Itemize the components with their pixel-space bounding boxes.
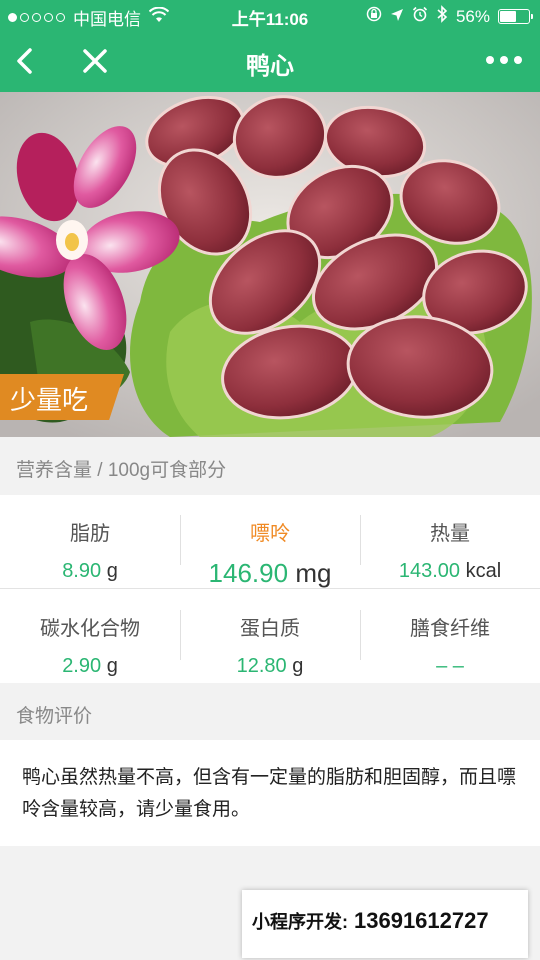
nutrition-row: 碳水化合物 2.90 g 蛋白质 12.80 g 膳食纤维 – – bbox=[0, 590, 540, 682]
nutrient-value: 2.90 bbox=[62, 655, 102, 677]
nutrient-value: 146.90 bbox=[208, 558, 289, 588]
close-button[interactable] bbox=[78, 44, 112, 78]
status-right: 56% bbox=[366, 5, 533, 28]
battery-percent: 56% bbox=[455, 6, 490, 26]
alarm-icon bbox=[412, 6, 428, 27]
nutrition-fiber: 膳食纤维 – – bbox=[360, 590, 540, 682]
more-dots-icon bbox=[486, 56, 494, 64]
battery-icon bbox=[498, 9, 533, 24]
food-image: 少量吃 bbox=[0, 92, 540, 437]
developer-contact-card: 小程序开发: 13691612727 bbox=[242, 890, 528, 958]
developer-label: 小程序开发: bbox=[252, 912, 348, 932]
nav-bar: 鸭心 bbox=[0, 30, 540, 92]
bluetooth-icon bbox=[436, 5, 448, 28]
nutrition-section-title: 营养含量 / 100g可食部分 bbox=[0, 437, 540, 495]
nutrient-value: 143.00 bbox=[398, 560, 461, 582]
nutrient-unit: g bbox=[292, 655, 304, 677]
nutrient-value: 8.90 bbox=[62, 560, 102, 582]
nutrient-value: 12.80 bbox=[236, 655, 287, 677]
nutrient-value: – – bbox=[436, 655, 464, 677]
evaluation-text: 鸭心虽然热量不高，但含有一定量的脂肪和胆固醇，而且嘌呤含量较高，请少量食用。 bbox=[0, 740, 540, 846]
developer-phone: 13691612727 bbox=[354, 908, 489, 933]
nutrient-label: 膳食纤维 bbox=[410, 618, 490, 640]
nutrient-unit: kcal bbox=[465, 560, 502, 582]
nutrient-label: 蛋白质 bbox=[240, 618, 300, 640]
nutrition-row: 脂肪 8.90 g 嘌呤 146.90 mg 热量 143.00 kcal bbox=[0, 495, 540, 589]
nutrient-label: 热量 bbox=[430, 523, 470, 545]
more-button[interactable] bbox=[486, 52, 522, 68]
rotation-lock-icon bbox=[366, 6, 382, 27]
status-bar: 中国电信 上午11:06 56% bbox=[0, 0, 540, 30]
back-button[interactable] bbox=[10, 42, 40, 80]
recommendation-tag: 少量吃 bbox=[0, 374, 124, 420]
close-icon bbox=[83, 49, 107, 73]
nutrition-carbohydrate: 碳水化合物 2.90 g bbox=[0, 590, 180, 682]
nutrition-purine: 嘌呤 146.90 mg bbox=[180, 495, 360, 588]
chevron-left-icon bbox=[17, 48, 32, 74]
nutrient-unit: g bbox=[106, 655, 118, 677]
nutrient-label: 嘌呤 bbox=[250, 523, 290, 545]
nutrition-grid: 脂肪 8.90 g 嘌呤 146.90 mg 热量 143.00 kcal 碳水… bbox=[0, 495, 540, 683]
location-arrow-icon bbox=[390, 7, 404, 27]
nutrition-fat: 脂肪 8.90 g bbox=[0, 495, 180, 588]
nutrition-calories: 热量 143.00 kcal bbox=[360, 495, 540, 588]
nutrition-protein: 蛋白质 12.80 g bbox=[180, 590, 360, 682]
evaluation-section-title: 食物评价 bbox=[0, 683, 540, 741]
nutrient-label: 脂肪 bbox=[70, 523, 110, 545]
nutrient-unit: mg bbox=[295, 558, 332, 588]
nutrient-unit: g bbox=[106, 560, 118, 582]
battery-level bbox=[500, 11, 516, 22]
nutrient-label: 碳水化合物 bbox=[40, 618, 140, 640]
